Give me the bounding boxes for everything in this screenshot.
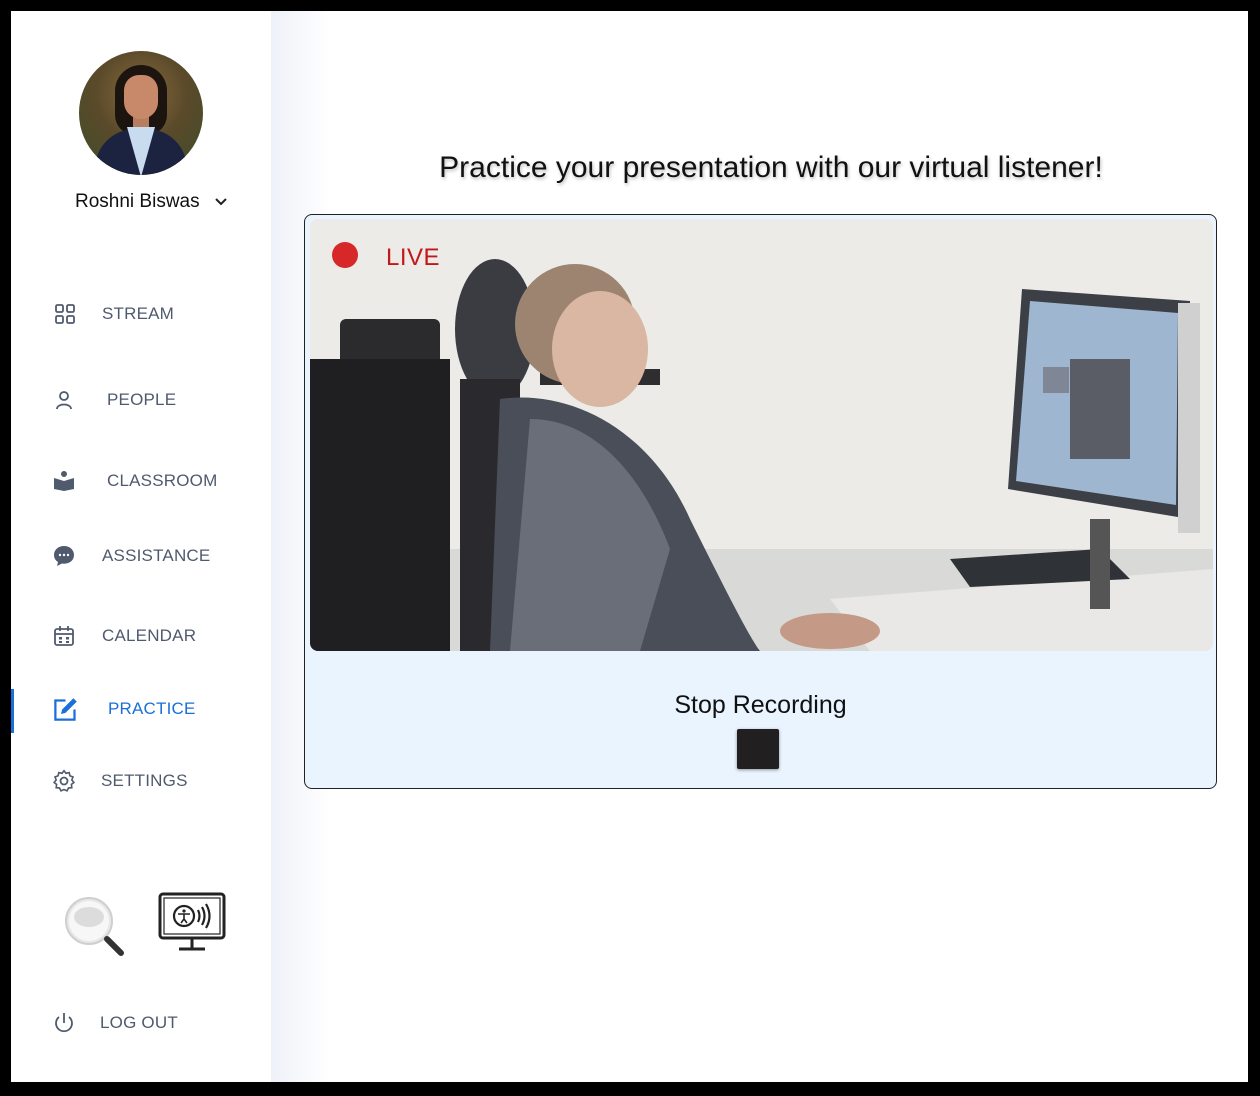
logout-label: LOG OUT (100, 1013, 178, 1032)
app-window: Roshni Biswas STREAM PEOPLE CLASSROOM AS… (11, 11, 1248, 1082)
recording-panel: LIVE Stop Recording (304, 214, 1217, 789)
magnifier-icon[interactable] (59, 891, 129, 961)
nav-item-stream[interactable]: STREAM (11, 294, 271, 334)
live-indicator-dot (332, 242, 358, 268)
nav-label-assistance: ASSISTANCE (102, 546, 211, 565)
nav-item-assistance[interactable]: ASSISTANCE (11, 536, 271, 576)
gear-icon (52, 769, 76, 792)
nav-label-practice: PRACTICE (108, 699, 196, 718)
book-reader-icon (54, 471, 74, 491)
user-name: Roshni Biswas (75, 191, 200, 212)
webcam-image (310, 219, 1213, 651)
accessibility-monitor-icon[interactable] (157, 891, 227, 955)
user-menu[interactable]: Roshni Biswas (75, 189, 228, 215)
stop-recording-button[interactable] (737, 729, 779, 769)
live-label: LIVE (386, 244, 441, 271)
nav-label-people: PEOPLE (107, 390, 177, 409)
nav-label-calendar: CALENDAR (102, 626, 197, 645)
edit-icon (54, 697, 77, 721)
nav-label-settings: SETTINGS (101, 771, 188, 790)
chat-bubble-icon (54, 546, 74, 566)
page-title: Practice your presentation with our virt… (439, 151, 1103, 184)
nav-item-classroom[interactable]: CLASSROOM (11, 461, 271, 501)
nav-item-practice[interactable]: PRACTICE (11, 689, 271, 729)
nav-item-settings[interactable]: SETTINGS (11, 761, 271, 801)
person-icon (56, 391, 72, 410)
grid-icon (55, 304, 75, 324)
nav-item-people[interactable]: PEOPLE (11, 380, 271, 420)
chevron-down-icon (214, 198, 227, 206)
nav-item-calendar[interactable]: CALENDAR (11, 616, 271, 656)
nav-label-classroom: CLASSROOM (107, 471, 218, 490)
video-feed: LIVE (310, 219, 1213, 651)
calendar-icon (54, 626, 74, 646)
sidebar: Roshni Biswas STREAM PEOPLE CLASSROOM AS… (11, 11, 271, 1082)
stop-recording-label: Stop Recording (674, 691, 847, 719)
avatar (79, 51, 203, 175)
power-icon (55, 1013, 73, 1033)
logout-button[interactable]: LOG OUT (11, 1003, 271, 1043)
nav-label-stream: STREAM (102, 304, 175, 323)
